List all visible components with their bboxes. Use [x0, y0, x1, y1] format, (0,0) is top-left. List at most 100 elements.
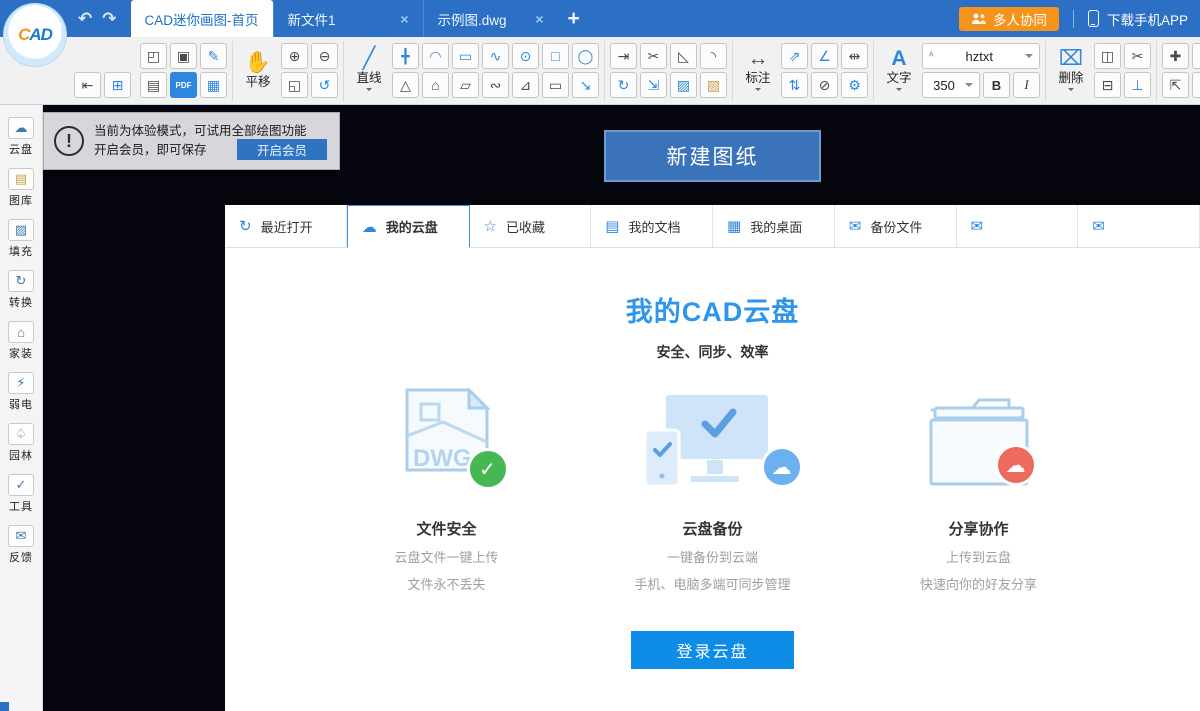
tab-sample-dwg[interactable]: 示例图.dwg × — [423, 0, 558, 37]
sidebar-item[interactable]: ▨ 填充 — [8, 219, 34, 259]
coordinate-dim-icon[interactable]: ⇅ — [781, 72, 808, 98]
extend-icon[interactable]: ⇥ — [610, 43, 637, 69]
download-app-label: 下载手机APP — [1107, 9, 1188, 29]
move-icon[interactable]: ✚ — [1162, 43, 1189, 69]
save-as-icon[interactable]: ✎ — [200, 43, 227, 69]
sidebar-item[interactable]: ✉ 反馈 — [8, 525, 34, 565]
panel-tab-icon: ☁ — [362, 218, 377, 236]
polyline-tool-icon[interactable]: ∿ — [482, 43, 509, 69]
sidebar-item-icon: ⚡ — [8, 372, 34, 394]
titlebar: ↶ ↷ CAD迷你画图-首页 新文件1 × 示例图.dwg × + — [0, 0, 1200, 37]
panel-tab-icon: ✉ — [1092, 217, 1105, 235]
pan-label: 平移 — [245, 75, 270, 90]
angular-dim-icon[interactable]: ∠ — [811, 43, 838, 69]
panel-tab[interactable]: ☁ 我的云盘 — [347, 205, 470, 248]
back-insert-icon[interactable]: ⇤ — [74, 72, 101, 98]
zoom-out-icon[interactable]: ⊖ — [311, 43, 338, 69]
scale-ref-icon[interactable]: ⇲ — [640, 72, 667, 98]
panel-tab[interactable]: ↻ 最近打开 — [225, 205, 347, 247]
app-logo[interactable]: CAD — [3, 3, 67, 67]
zoom-in-icon[interactable]: ⊕ — [281, 43, 308, 69]
sidebar-item[interactable]: ☁ 云盘 — [8, 117, 34, 157]
devices-icon — [643, 388, 783, 492]
sidebar-item[interactable]: ♤ 园林 — [8, 423, 34, 463]
point-tool-icon[interactable]: ╋ — [392, 43, 419, 69]
nav-back-icon[interactable]: ↶ — [78, 9, 92, 29]
scale-icon[interactable]: ◱ — [1192, 43, 1200, 69]
new-tab-button[interactable]: + — [558, 0, 590, 37]
sidebar-item[interactable]: ⌂ 家装 — [8, 321, 34, 361]
pan-tool[interactable]: ✋ 平移 — [238, 51, 278, 90]
panel-tab[interactable]: ☆ 已收藏 — [470, 205, 592, 247]
logo-text-ad: AD — [29, 25, 52, 45]
text-tool[interactable]: A 文字 — [879, 47, 919, 94]
rectangle-tool-icon[interactable]: □ — [542, 43, 569, 69]
export-pdf-icon[interactable]: PDF — [170, 72, 197, 98]
print-icon[interactable]: ▤ — [140, 72, 167, 98]
tab-home[interactable]: CAD迷你画图-首页 — [131, 0, 273, 37]
tab-close-icon[interactable]: × — [535, 11, 543, 27]
stretch-icon[interactable]: ⇱ — [1162, 72, 1189, 98]
paste-icon[interactable]: ⊟ — [1094, 72, 1121, 98]
radius-dim-icon[interactable]: ⊘ — [811, 72, 838, 98]
polygon-tool-icon[interactable]: ⌂ — [422, 72, 449, 98]
chamfer-icon[interactable]: ◺ — [670, 43, 697, 69]
panel-tab[interactable]: ✉ 备份文件 — [835, 205, 957, 247]
app-window: ↶ ↷ CAD迷你画图-首页 新文件1 × 示例图.dwg × + — [0, 0, 1200, 711]
save-icon[interactable]: ▣ — [170, 43, 197, 69]
cut-icon[interactable]: ✂ — [1124, 43, 1151, 69]
panel-tab[interactable]: ✉ — [1078, 205, 1200, 247]
rotate-ref-icon[interactable]: ↻ — [610, 72, 637, 98]
sidebar-item[interactable]: ↻ 转换 — [8, 270, 34, 310]
panel-tab[interactable]: ✉ — [957, 205, 1079, 247]
open-membership-button[interactable]: 开启会员 — [237, 139, 327, 160]
trim-icon[interactable]: ✂ — [640, 43, 667, 69]
ellipse-tool-icon[interactable]: ◯ — [572, 43, 599, 69]
delete-tool[interactable]: ⌧ 删除 — [1051, 47, 1091, 94]
panel-tab[interactable]: ▤ 我的文档 — [591, 205, 713, 247]
hatch-fill-icon[interactable]: ▨ — [670, 72, 697, 98]
line-tool[interactable]: ╱ 直线 — [349, 47, 389, 94]
triangle-tool-icon[interactable]: △ — [392, 72, 419, 98]
insert-image-icon[interactable]: ▧ — [700, 72, 727, 98]
spline-tool-icon[interactable]: ∾ — [482, 72, 509, 98]
offset-icon[interactable]: ◎ — [1192, 72, 1200, 98]
copy-icon[interactable]: ◫ — [1094, 43, 1121, 69]
doubleline-tool-icon[interactable]: ▭ — [452, 43, 479, 69]
tab-label: 新文件1 — [288, 9, 336, 29]
fillet-icon[interactable]: ◝ — [700, 43, 727, 69]
linear-dim-icon[interactable]: ⇹ — [841, 43, 868, 69]
add-file-icon[interactable]: ⊞ — [104, 72, 131, 98]
dim-settings-icon[interactable]: ⚙ — [841, 72, 868, 98]
sidebar-item[interactable]: ▤ 图库 — [8, 168, 34, 208]
sidebar-item[interactable]: ✓ 工具 — [8, 474, 34, 514]
panel-tab[interactable]: ▦ 我的桌面 — [713, 205, 835, 247]
panel-tab-icon: ☆ — [484, 217, 497, 235]
zoom-window-icon[interactable]: ◱ — [281, 72, 308, 98]
login-cloud-button[interactable]: 登录云盘 — [631, 631, 794, 669]
feature-cloud-backup: ☁ 云盘备份 一键备份到云端 手机、电脑多端可同步管理 — [583, 388, 843, 593]
export-image-icon[interactable]: ▦ — [200, 72, 227, 98]
roundrect-tool-icon[interactable]: ▭ — [542, 72, 569, 98]
trapezoid-tool-icon[interactable]: ⊿ — [512, 72, 539, 98]
format-brush-icon[interactable]: ⊥ — [1124, 72, 1151, 98]
download-app-button[interactable]: 下载手机APP — [1088, 9, 1188, 29]
new-drawing-button[interactable]: 新建图纸 — [604, 130, 821, 182]
tab-close-icon[interactable]: × — [400, 11, 408, 27]
circle-tool-icon[interactable]: ⊙ — [512, 43, 539, 69]
font-size-select[interactable]: 350 — [922, 72, 980, 98]
aligned-dim-icon[interactable]: ⇗ — [781, 43, 808, 69]
sidebar-item[interactable]: ⚡ 弱电 — [8, 372, 34, 412]
bold-button[interactable]: B — [983, 72, 1010, 98]
parallelogram-tool-icon[interactable]: ▱ — [452, 72, 479, 98]
zoom-previous-icon[interactable]: ↺ — [311, 72, 338, 98]
open-icon[interactable]: ◰ — [140, 43, 167, 69]
arc-tool-icon[interactable]: ◠ — [422, 43, 449, 69]
italic-button[interactable]: I — [1013, 72, 1040, 98]
arrow-tool-icon[interactable]: ↘ — [572, 72, 599, 98]
collab-button[interactable]: 多人协同 — [959, 7, 1059, 31]
dimension-tool[interactable]: ↔ 标注 — [738, 47, 778, 94]
nav-forward-icon[interactable]: ↷ — [102, 9, 116, 29]
font-select[interactable]: ᴬ hztxt — [922, 43, 1040, 69]
tab-new-file[interactable]: 新文件1 × — [273, 0, 423, 37]
